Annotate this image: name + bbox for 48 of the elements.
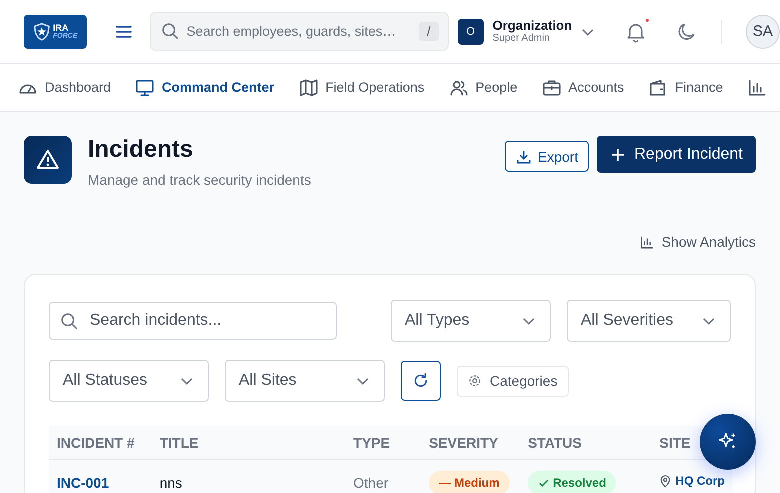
wallet-icon <box>648 78 668 98</box>
status-badge: Resolved <box>528 470 616 493</box>
filter-dropdown[interactable]: All Statuses <box>49 360 209 402</box>
filter-dropdown[interactable]: All Severities <box>567 300 731 342</box>
nav-tab[interactable]: Accounts <box>542 78 624 98</box>
nav-tab[interactable]: People <box>448 78 518 98</box>
export-button[interactable]: Export <box>505 141 590 172</box>
report-incident-button[interactable]: Report Incident <box>597 136 756 173</box>
organization-switcher[interactable]: O Organization Super Admin <box>458 18 596 44</box>
plus-icon <box>610 146 626 162</box>
warning-icon <box>24 136 72 184</box>
gear-icon <box>468 374 482 388</box>
map-pin-icon <box>660 474 671 488</box>
nav-tab[interactable]: Field Operations <box>298 78 425 98</box>
logo-text: IRA <box>53 24 70 32</box>
bar-chart-icon <box>747 78 768 98</box>
monitor-icon <box>135 78 156 98</box>
bar-chart-icon <box>640 234 655 250</box>
shield-icon <box>33 22 52 40</box>
column-header: SEVERITY <box>421 426 520 460</box>
categories-button[interactable]: Categories <box>457 366 569 396</box>
shortcut-key: / <box>419 22 439 41</box>
filter-dropdown[interactable]: All Types <box>391 300 551 342</box>
refresh-button[interactable] <box>401 361 441 401</box>
organization-role: Super Admin <box>492 33 551 44</box>
nav-tab[interactable]: Dashboard <box>18 78 112 98</box>
refresh-icon <box>412 372 430 390</box>
severity-badge: — Medium <box>429 470 510 493</box>
column-header: TITLE <box>152 426 346 460</box>
table-cell: nns <box>152 460 346 493</box>
page-title: Incidents <box>88 136 194 164</box>
show-analytics-link[interactable]: Show Analytics <box>640 234 756 250</box>
nav-tab[interactable]: Command Center <box>135 78 275 98</box>
column-header: STATUS <box>520 426 652 460</box>
column-header: INCIDENT # <box>49 426 152 460</box>
table-cell: Other <box>346 460 422 493</box>
map-icon <box>298 78 319 98</box>
organization-avatar: O <box>458 18 484 44</box>
page-subtitle: Manage and track security incidents <box>88 172 312 188</box>
column-header: TYPE <box>346 426 422 460</box>
nav-tab[interactable] <box>747 78 768 98</box>
notifications-button[interactable] <box>625 20 648 42</box>
nav-tab[interactable]: Finance <box>648 78 724 98</box>
filter-dropdown[interactable]: All Sites <box>225 360 385 402</box>
search-incidents-field[interactable]: Search incidents... <box>49 302 337 340</box>
organization-name: Organization <box>492 18 572 34</box>
user-avatar[interactable]: SA <box>746 14 780 48</box>
download-icon <box>516 148 532 164</box>
